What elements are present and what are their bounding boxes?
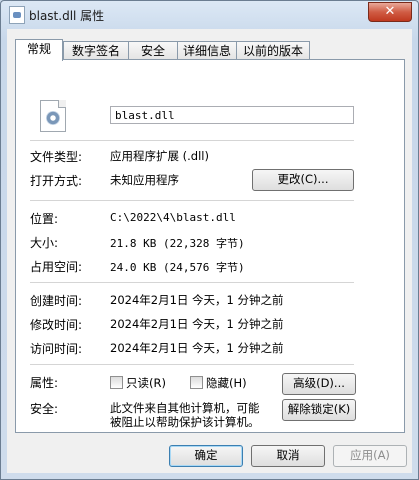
open-with-value: 未知应用程序 (110, 173, 179, 187)
file-window-icon (9, 6, 25, 24)
size-on-disk-value: 24.0 KB (24,576 字节) (110, 261, 245, 274)
size-value: 21.8 KB (22,328 字节) (110, 237, 245, 250)
created-value: 2024年2月1日 今天，1 分钟之前 (110, 293, 284, 307)
tab-general[interactable]: 常规 (15, 39, 63, 61)
separator (30, 140, 354, 141)
open-with-label: 打开方式: (30, 174, 83, 188)
tab-details[interactable]: 详细信息 (177, 41, 237, 60)
apply-button[interactable]: 应用(A) (333, 445, 407, 467)
advanced-button[interactable]: 高级(D)... (282, 373, 356, 395)
window-title: blast.dll 属性 (29, 9, 105, 23)
readonly-checkbox[interactable] (110, 376, 123, 389)
gear-icon (46, 111, 60, 125)
dll-file-icon (40, 100, 66, 132)
location-label: 位置: (30, 212, 59, 226)
modified-value: 2024年2月1日 今天，1 分钟之前 (110, 317, 284, 331)
accessed-label: 访问时间: (30, 342, 83, 356)
tab-security[interactable]: 安全 (128, 41, 178, 60)
separator (30, 282, 354, 283)
separator (30, 200, 354, 201)
separator (30, 364, 354, 365)
ok-button[interactable]: 确定 (169, 445, 243, 467)
hidden-label: 隐藏(H) (206, 376, 247, 390)
hidden-checkbox[interactable] (190, 376, 203, 389)
tab-previous-versions[interactable]: 以前的版本 (236, 41, 310, 60)
properties-window: blast.dll 属性 ✕ 常规 数字签名 安全 详细信息 以前的版本 bla… (0, 0, 419, 480)
title-bar[interactable]: blast.dll 属性 ✕ (1, 1, 418, 29)
security-text-line2: 被阻止以帮助保护该计算机。 (110, 415, 260, 429)
tab-digital-signatures[interactable]: 数字签名 (63, 41, 129, 60)
accessed-value: 2024年2月1日 今天，1 分钟之前 (110, 341, 284, 355)
general-panel: blast.dll 文件类型: 应用程序扩展 (.dll) 打开方式: 未知应用… (15, 59, 405, 433)
file-type-value: 应用程序扩展 (.dll) (110, 149, 209, 163)
change-button[interactable]: 更改(C)... (252, 169, 354, 191)
security-label: 安全: (30, 402, 59, 416)
size-on-disk-label: 占用空间: (30, 260, 83, 274)
close-button[interactable]: ✕ (368, 2, 412, 22)
location-value: C:\2022\4\blast.dll (110, 211, 236, 224)
dialog-body: 常规 数字签名 安全 详细信息 以前的版本 blast.dll 文件类型: 应用… (7, 29, 412, 473)
file-type-label: 文件类型: (30, 150, 83, 164)
modified-label: 修改时间: (30, 318, 83, 332)
readonly-label: 只读(R) (126, 376, 166, 390)
created-label: 创建时间: (30, 294, 83, 308)
attributes-label: 属性: (30, 376, 59, 390)
unblock-button[interactable]: 解除锁定(K) (282, 399, 356, 421)
size-label: 大小: (30, 236, 59, 250)
filename-field[interactable]: blast.dll (110, 106, 354, 124)
cancel-button[interactable]: 取消 (251, 445, 325, 467)
